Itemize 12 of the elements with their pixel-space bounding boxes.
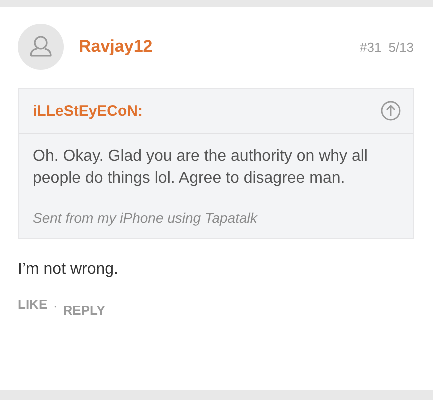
separator-dot: ·: [54, 301, 58, 313]
action-link[interactable]: LIKE: [18, 297, 48, 312]
quote-signature: Sent from my iPhone using Tapatalk: [33, 210, 259, 226]
author-name[interactable]: Ravjay12: [79, 37, 153, 57]
avatar-icon: [18, 24, 64, 70]
quote-text: Oh. Okay. Glad you are the authority on why all people do things lol. Agree to disagree man.: [33, 147, 369, 189]
action-link[interactable]: REPLY: [63, 303, 106, 318]
post-text: I’m not wrong.: [18, 261, 120, 279]
quote-author: iLLeStEyECoN:: [33, 102, 144, 120]
arrow-up-icon[interactable]: [381, 101, 401, 121]
post-date: 5/13: [388, 40, 414, 54]
post-number: #31: [360, 40, 382, 54]
